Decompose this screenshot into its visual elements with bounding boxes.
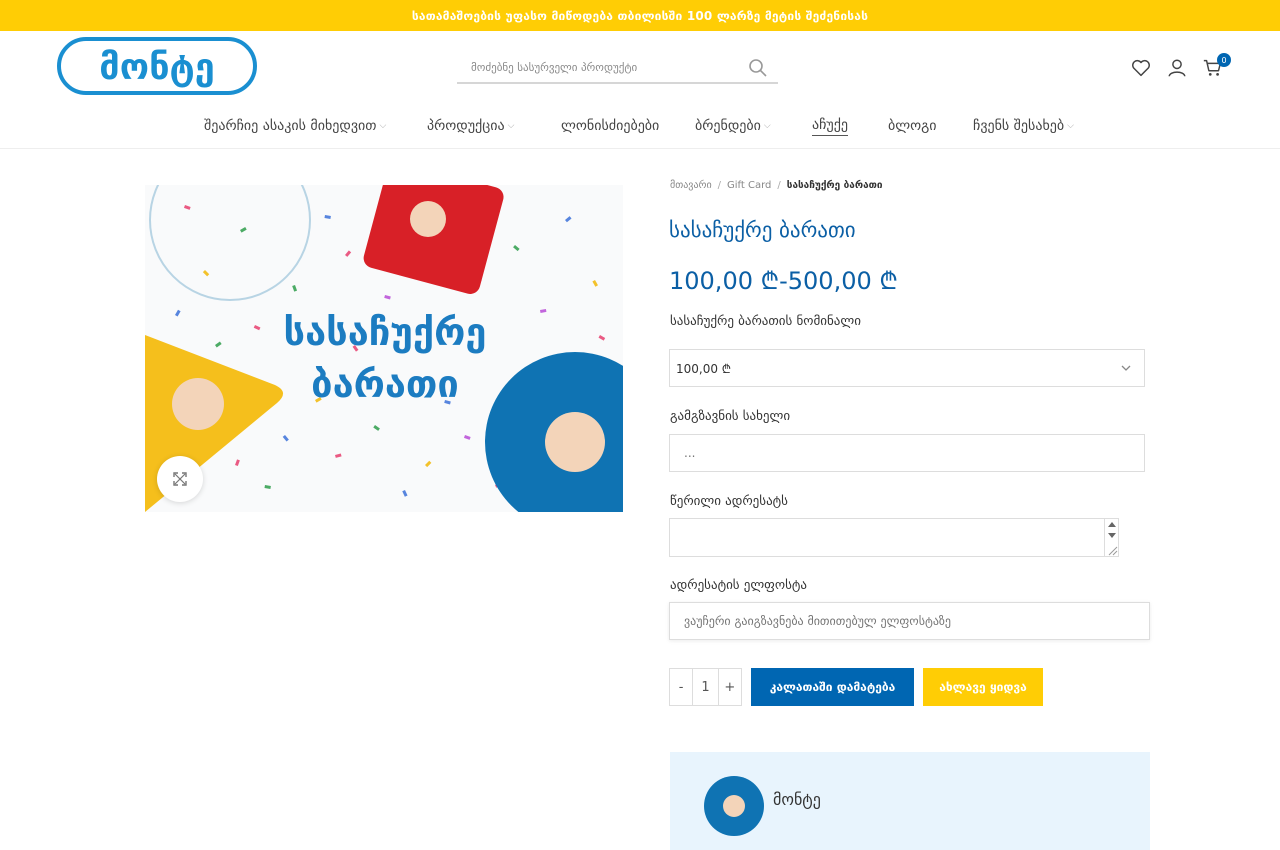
chevron-down-icon: ⌵	[379, 121, 387, 131]
main-nav: შეარჩიე ასაკის მიხედვით ⌵ პროდუქცია ⌵ ლონი…	[0, 103, 1280, 149]
zoom-button[interactable]	[157, 456, 203, 502]
sender-label: გამგზავნის სახელი	[670, 409, 791, 424]
breadcrumb: მთავარი / Gift Card / სასაჩუქრე ბარათი	[670, 180, 883, 191]
qty-input[interactable]: 1	[692, 669, 719, 705]
chevron-down-icon: ⌵	[507, 121, 515, 131]
add-to-cart-button[interactable]: კალათაში დამატება	[751, 668, 914, 706]
nav-label: შეარჩიე ასაკის მიხედვით	[204, 118, 377, 134]
breadcrumb-home[interactable]: მთავარი	[670, 180, 712, 191]
textarea-scrollbar[interactable]	[1104, 519, 1118, 557]
announcement-text: სათამაშოების უფასო მიწოდება თბილისში 100…	[411, 8, 869, 23]
nav-label: ბლოგი	[888, 118, 937, 134]
logo-graphic: მონტე	[57, 37, 257, 95]
nav-item-events[interactable]: ლონისძიებები	[561, 103, 659, 149]
vendor-avatar[interactable]	[704, 776, 764, 836]
denomination-select[interactable]: 100,00 ₾	[669, 349, 1145, 387]
nav-label: აჩუქე	[812, 117, 849, 136]
quantity-stepper: - 1 +	[669, 668, 742, 706]
product-price: 100,00 ₾-500,00 ₾	[669, 267, 898, 295]
denomination-label: სასაჩუქრე ბარათის ნომინალი	[670, 314, 861, 329]
qty-minus-button[interactable]: -	[670, 669, 692, 705]
nav-item-about[interactable]: ჩვენს შესახებ ⌵	[973, 103, 1074, 149]
nav-item-blog[interactable]: ბლოგი	[888, 103, 937, 149]
breadcrumb-current: სასაჩუქრე ბარათი	[786, 180, 883, 191]
nav-label: ბრენდები	[695, 118, 761, 134]
gift-card-illustration: სასაჩუქრე ბარათი	[145, 185, 623, 512]
nav-label: პროდუქცია	[427, 118, 505, 134]
product-title: სასაჩუქრე ბარათი	[669, 218, 856, 242]
buy-now-button[interactable]: ახლავე ყიდვა	[923, 668, 1043, 706]
vendor-box: მონტე	[670, 752, 1150, 850]
nav-item-gift[interactable]: აჩუქე	[812, 103, 849, 149]
search-bar	[457, 52, 778, 84]
breadcrumb-separator: /	[777, 180, 781, 191]
nav-label: ლონისძიებები	[561, 118, 660, 134]
email-label: ადრესატის ელფოსტა	[670, 578, 808, 593]
product-image[interactable]: სასაჩუქრე ბარათი	[145, 185, 623, 512]
breadcrumb-separator: /	[717, 180, 722, 191]
nav-item-age[interactable]: შეარჩიე ასაკის მიხედვით ⌵	[204, 103, 386, 149]
announcement-bar: სათამაშოების უფასო მიწოდება თბილისში 100…	[0, 0, 1280, 31]
vendor-name[interactable]: მონტე	[773, 790, 821, 809]
chevron-down-icon: ⌵	[1067, 121, 1074, 131]
search-input[interactable]	[457, 52, 737, 82]
image-text-line1: სასაჩუქრე	[284, 310, 487, 354]
recipient-email-input[interactable]	[669, 602, 1150, 640]
search-icon[interactable]	[748, 58, 768, 78]
breadcrumb-category[interactable]: Gift Card	[727, 180, 771, 191]
heart-icon[interactable]	[1128, 55, 1154, 81]
qty-plus-button[interactable]: +	[719, 669, 741, 705]
user-icon[interactable]	[1164, 55, 1190, 81]
image-text-line2: ბარათი	[311, 362, 459, 406]
cart-count-badge: 0	[1217, 53, 1231, 67]
nav-item-brands[interactable]: ბრენდები ⌵	[695, 103, 771, 149]
nav-item-products[interactable]: პროდუქცია ⌵	[427, 103, 514, 149]
logo-text: მონტე	[99, 47, 214, 88]
site-logo[interactable]: მონტე	[57, 37, 257, 95]
nav-label: ჩვენს შესახებ	[973, 118, 1065, 134]
denomination-value: 100,00 ₾	[676, 361, 732, 376]
chevron-down-icon: ⌵	[763, 121, 771, 131]
site-header: მონტე	[0, 31, 1280, 103]
sender-name-input[interactable]	[669, 434, 1145, 472]
message-textarea[interactable]	[669, 518, 1119, 557]
chevron-down-icon	[1121, 365, 1131, 371]
expand-icon	[173, 472, 187, 486]
message-label: წერილი ადრესატს	[670, 494, 788, 509]
